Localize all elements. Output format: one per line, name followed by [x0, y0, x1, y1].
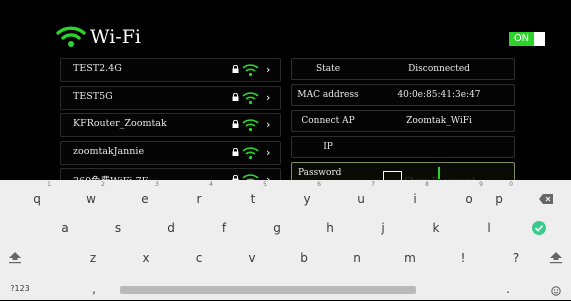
- enter-check-icon[interactable]: [532, 221, 546, 235]
- key-g[interactable]: g: [263, 216, 291, 240]
- state-label: State: [315, 64, 341, 74]
- wifi-toggle[interactable]: ON: [509, 32, 555, 46]
- wifi-signal-icon: [242, 146, 259, 159]
- key-i[interactable]: i8: [401, 181, 429, 211]
- key-label: o: [465, 192, 473, 206]
- key-label: t: [250, 192, 256, 206]
- key-d[interactable]: d: [157, 216, 185, 240]
- chevron-right-icon: ›: [266, 118, 271, 131]
- network-name: TEST2.4G: [73, 63, 122, 74]
- wifi-icon: [56, 26, 86, 47]
- key-label: w: [86, 192, 96, 206]
- key-w[interactable]: w2: [77, 181, 105, 211]
- network-name: TEST5G: [73, 90, 113, 102]
- key-b[interactable]: b: [290, 246, 318, 270]
- spacebar[interactable]: [120, 286, 416, 294]
- key-hint: 2: [101, 181, 105, 188]
- connect-ap-value: Zoomtak_WiFi: [406, 116, 472, 126]
- key-hint: 0: [509, 181, 513, 188]
- key-c[interactable]: c: [185, 246, 213, 270]
- chevron-right-icon: ›: [266, 90, 271, 104]
- key-v[interactable]: v: [238, 246, 266, 270]
- toggle-label: ON: [509, 32, 534, 46]
- mac-value: 40:0e:85:41:3e:47: [397, 90, 481, 100]
- mac-row: MAC address 40:0e:85:41:3e:47: [291, 84, 515, 106]
- backspace-icon[interactable]: [539, 194, 553, 204]
- key-q[interactable]: q1: [23, 181, 51, 211]
- key-hint: 6: [317, 181, 321, 188]
- lock-icon: [232, 120, 239, 128]
- key-y[interactable]: y6: [293, 181, 321, 211]
- key-p[interactable]: p0: [485, 181, 513, 211]
- network-item[interactable]: TEST2.4G ›: [60, 58, 281, 82]
- key-k[interactable]: k: [422, 216, 450, 240]
- key-z[interactable]: z: [79, 246, 107, 270]
- state-row: State Disconnected: [291, 58, 515, 80]
- key-label: y: [303, 192, 311, 206]
- key-u[interactable]: u7: [347, 181, 375, 211]
- key-t[interactable]: t5: [239, 181, 267, 211]
- key-label: r: [196, 192, 202, 206]
- wifi-settings-screen: Wi-Fi ON TEST2.4G › TEST5G › KFRouter_Zo…: [0, 0, 571, 192]
- key-label: q: [33, 192, 41, 206]
- key-a[interactable]: a: [51, 216, 79, 240]
- key-hint: 3: [155, 181, 159, 188]
- key-e[interactable]: e3: [131, 181, 159, 211]
- key-o[interactable]: o9: [455, 181, 483, 211]
- lock-icon: [232, 92, 239, 101]
- key-hint: 5: [263, 181, 267, 188]
- ip-row: IP: [291, 136, 515, 158]
- key-symbols[interactable]: ?123: [4, 277, 36, 301]
- chevron-right-icon: ›: [266, 63, 271, 76]
- connect-ap-row: Connect AP Zoomtak_WiFi: [291, 110, 515, 132]
- key-hint: 8: [425, 181, 429, 188]
- key-period[interactable]: .: [494, 277, 522, 301]
- shift-icon[interactable]: [549, 250, 563, 264]
- connection-info-panel: State Disconnected MAC address 40:0e:85:…: [291, 58, 515, 188]
- chevron-right-icon: ›: [266, 145, 271, 159]
- key-comma[interactable]: ,: [80, 277, 108, 301]
- key-h[interactable]: h: [316, 216, 344, 240]
- network-item[interactable]: TEST5G ›: [60, 85, 281, 110]
- key-l[interactable]: l: [475, 216, 503, 240]
- wifi-signal-icon: [242, 64, 259, 77]
- wifi-signal-icon: [242, 119, 259, 132]
- key-m[interactable]: m: [396, 246, 424, 270]
- key-s[interactable]: s: [104, 216, 132, 240]
- page-title: Wi-Fi: [90, 26, 141, 48]
- key-hint: 7: [371, 181, 375, 188]
- key-question[interactable]: ?: [502, 246, 530, 270]
- key-j[interactable]: j: [369, 216, 397, 240]
- emoji-icon[interactable]: [551, 286, 561, 296]
- key-hint: 1: [47, 181, 51, 188]
- key-exclamation[interactable]: !: [449, 246, 477, 270]
- network-name: KFRouter_Zoomtak: [73, 118, 167, 129]
- wifi-signal-icon: [242, 91, 259, 104]
- network-list: TEST2.4G › TEST5G › KFRouter_Zoomtak › z…: [60, 58, 281, 196]
- connect-ap-label: Connect AP: [301, 116, 355, 126]
- key-hint: 9: [479, 181, 483, 188]
- password-label: Password: [298, 168, 342, 178]
- network-item[interactable]: zoomtakJannie ›: [60, 140, 281, 165]
- key-r[interactable]: r4: [185, 181, 213, 211]
- mac-label: MAC address: [297, 90, 359, 100]
- key-f[interactable]: f: [210, 216, 238, 240]
- ip-label: IP: [323, 142, 333, 152]
- shift-icon[interactable]: [8, 250, 22, 264]
- state-value: Disconnected: [408, 64, 470, 74]
- onscreen-keyboard: q1 w2 e3 r4 t5 y6 u7 i8 o9 p0 a s d f g …: [0, 180, 571, 300]
- key-label: i: [413, 192, 417, 206]
- toggle-knob: [534, 32, 545, 46]
- network-item[interactable]: KFRouter_Zoomtak ›: [60, 113, 281, 137]
- key-x[interactable]: x: [132, 246, 160, 270]
- key-hint: 4: [209, 181, 213, 188]
- lock-icon: [232, 65, 239, 73]
- key-label: u: [357, 192, 365, 206]
- key-label: p: [495, 192, 503, 206]
- key-label: e: [141, 192, 149, 206]
- key-n[interactable]: n: [343, 246, 371, 270]
- network-name: zoomtakJannie: [73, 145, 145, 157]
- lock-icon: [232, 147, 239, 156]
